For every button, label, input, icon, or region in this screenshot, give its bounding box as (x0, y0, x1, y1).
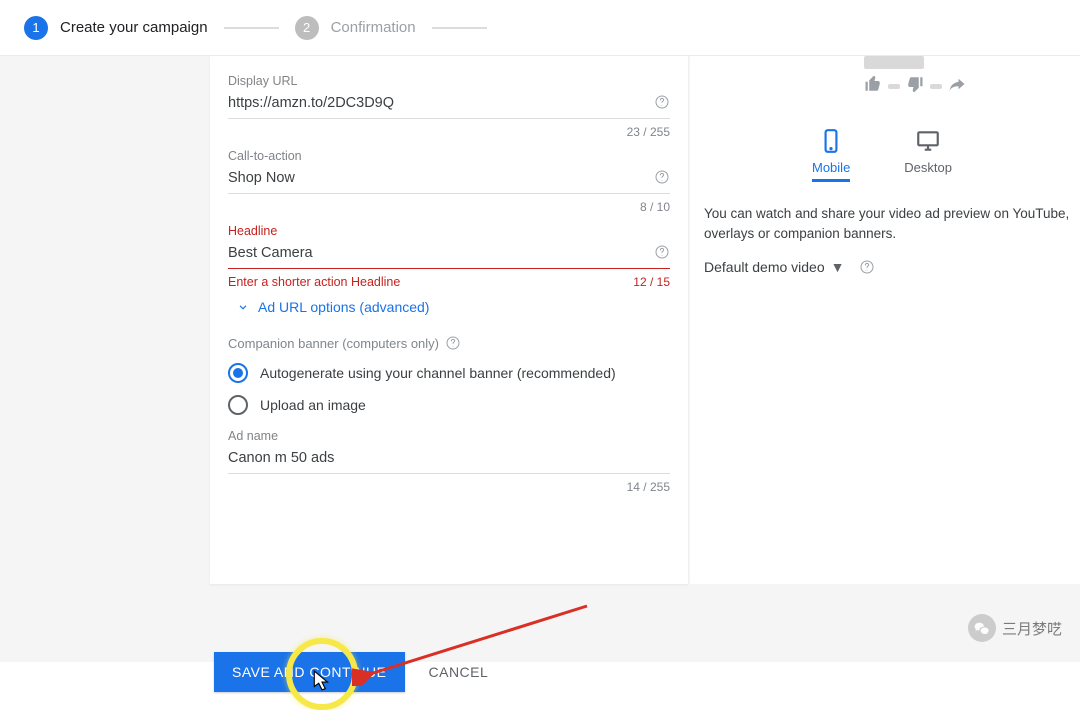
display-url-input[interactable]: https://amzn.to/2DC3D9Q (228, 94, 670, 119)
ad-form-card: Display URL https://amzn.to/2DC3D9Q 23 /… (210, 56, 688, 584)
watermark-text: 三月梦呓 (1002, 618, 1062, 639)
step-line-2 (432, 27, 487, 29)
headline-input[interactable]: Best Camera (228, 244, 670, 269)
watermark: 三月梦呓 (968, 614, 1062, 642)
step-1[interactable]: 1 Create your campaign (24, 16, 208, 40)
device-tabs: Mobile Desktop (704, 128, 1060, 182)
step-line-1 (224, 27, 279, 29)
chevron-down-icon (236, 300, 250, 314)
step-1-number: 1 (24, 16, 48, 40)
step-2-number: 2 (295, 16, 319, 40)
display-url-value: https://amzn.to/2DC3D9Q (228, 95, 646, 111)
save-and-continue-button[interactable]: SAVE AND CONTINUE (214, 652, 405, 692)
display-url-counter: 23 / 255 (228, 125, 670, 139)
demo-video-dropdown[interactable]: Default demo video ▼ (704, 259, 1080, 275)
cta-counter: 8 / 10 (228, 200, 670, 214)
help-icon[interactable] (445, 335, 461, 351)
radio-icon (228, 363, 248, 383)
device-tab-desktop-label: Desktop (904, 160, 952, 175)
cta-label: Call-to-action (228, 149, 670, 163)
help-icon[interactable] (859, 259, 875, 275)
step-1-label: Create your campaign (60, 19, 208, 36)
cancel-button[interactable]: CANCEL (429, 664, 489, 680)
ad-name-input[interactable]: Canon m 50 ads (228, 449, 670, 474)
stepper: 1 Create your campaign 2 Confirmation (0, 0, 1080, 56)
cta-input[interactable]: Shop Now (228, 169, 670, 194)
thumbs-down-icon[interactable] (906, 75, 924, 98)
device-tab-desktop[interactable]: Desktop (904, 128, 952, 182)
device-tab-mobile[interactable]: Mobile (812, 128, 850, 182)
desktop-icon (915, 128, 941, 154)
preview-description: You can watch and share your video ad pr… (704, 204, 1080, 245)
demo-video-label: Default demo video (704, 259, 825, 275)
help-icon[interactable] (654, 94, 670, 110)
step-2[interactable]: 2 Confirmation (295, 16, 416, 40)
placeholder-dash (930, 84, 942, 89)
radio-autogenerate[interactable]: Autogenerate using your channel banner (… (228, 363, 670, 383)
wechat-icon (968, 614, 996, 642)
ad-name-field: Ad name Canon m 50 ads 14 / 255 (228, 429, 670, 494)
step-2-label: Confirmation (331, 19, 416, 36)
ad-name-counter: 14 / 255 (228, 480, 670, 494)
ad-url-options-label: Ad URL options (advanced) (258, 299, 429, 315)
preview-panel: Mobile Desktop You can watch and share y… (690, 56, 1080, 584)
display-url-field: Display URL https://amzn.to/2DC3D9Q 23 /… (228, 74, 670, 139)
thumbs-up-icon[interactable] (864, 75, 882, 98)
placeholder-bar (864, 56, 924, 69)
device-tab-mobile-label: Mobile (812, 160, 850, 182)
mobile-icon (818, 128, 844, 154)
companion-banner-title: Companion banner (computers only) (228, 335, 670, 351)
cta-field: Call-to-action Shop Now 8 / 10 (228, 149, 670, 214)
dropdown-arrow-icon: ▼ (831, 259, 845, 275)
headline-field: Headline Best Camera Enter a shorter act… (228, 224, 670, 289)
ad-name-value: Canon m 50 ads (228, 450, 646, 466)
radio-upload-label: Upload an image (260, 397, 366, 413)
action-bar: SAVE AND CONTINUE CANCEL (214, 652, 488, 692)
placeholder-dash (888, 84, 900, 89)
headline-error: Enter a shorter action Headline (228, 275, 400, 289)
radio-icon (228, 395, 248, 415)
radio-autogenerate-label: Autogenerate using your channel banner (… (260, 365, 616, 381)
share-icon[interactable] (948, 75, 966, 98)
ad-name-label: Ad name (228, 429, 670, 443)
radio-upload-image[interactable]: Upload an image (228, 395, 670, 415)
headline-label: Headline (228, 224, 670, 238)
help-icon[interactable] (654, 244, 670, 260)
display-url-label: Display URL (228, 74, 670, 88)
headline-counter: 12 / 15 (633, 275, 670, 289)
cta-value: Shop Now (228, 170, 646, 186)
headline-value: Best Camera (228, 245, 646, 261)
ad-url-options-toggle[interactable]: Ad URL options (advanced) (236, 299, 670, 315)
help-icon[interactable] (654, 169, 670, 185)
